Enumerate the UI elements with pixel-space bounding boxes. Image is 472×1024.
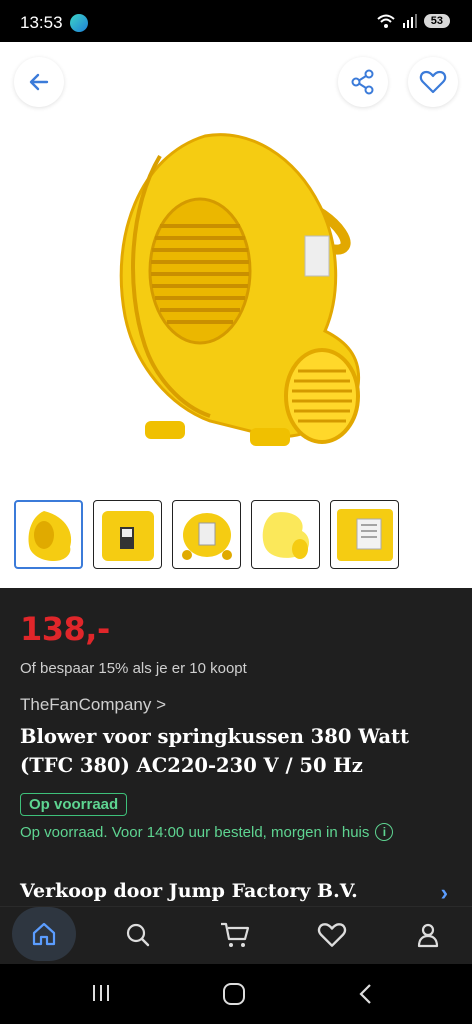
arrow-left-icon [29, 73, 49, 91]
favorite-button[interactable] [408, 57, 458, 107]
thumbnail-2[interactable] [93, 500, 162, 569]
back-icon[interactable] [356, 982, 376, 1006]
thumbnail-1[interactable] [14, 500, 83, 569]
status-time: 13:53 [20, 13, 63, 32]
home-icon [32, 922, 56, 946]
delivery-info: Op voorraad. Voor 14:00 uur besteld, mor… [20, 823, 394, 841]
product-info: 138,- Of bespaar 15% als je er 10 koopt … [0, 588, 472, 906]
chevron-right-icon[interactable]: › [441, 880, 448, 906]
nav-account[interactable] [398, 909, 458, 961]
delivery-text: Op voorraad. Voor 14:00 uur besteld, mor… [20, 823, 370, 841]
edge-browser-icon [70, 14, 88, 32]
nav-search[interactable] [108, 909, 168, 961]
product-price: 138,- [20, 610, 110, 648]
bulk-discount-text: Of bespaar 15% als je er 10 koopt [20, 660, 247, 677]
signal-icon [402, 14, 417, 28]
product-gallery [0, 42, 472, 588]
heart-icon [317, 923, 347, 947]
search-icon [126, 923, 150, 947]
recent-apps-icon[interactable] [90, 982, 112, 1004]
seller-link[interactable]: Verkoop door Jump Factory B.V. [20, 880, 358, 902]
battery-badge: 53 [423, 14, 450, 28]
product-image[interactable] [100, 116, 380, 456]
thumbnail-strip [14, 500, 399, 569]
share-button[interactable] [338, 57, 388, 107]
status-indicators: 53 [376, 13, 450, 29]
status-bar: 13:53 53 [0, 0, 472, 42]
share-icon [351, 69, 374, 95]
home-button-icon[interactable] [222, 982, 246, 1006]
bottom-navigation [0, 906, 472, 964]
user-icon [417, 923, 439, 948]
nav-favorites[interactable] [302, 909, 362, 961]
thumbnail-4[interactable] [251, 500, 320, 569]
product-title: Blower voor springkussen 380 Watt (TFC 3… [20, 725, 410, 777]
thumbnail-3[interactable] [172, 500, 241, 569]
wifi-icon [377, 14, 395, 28]
thumbnail-5[interactable] [330, 500, 399, 569]
system-navigation [0, 964, 472, 1024]
stock-badge: Op voorraad [20, 793, 128, 816]
heart-icon [419, 70, 447, 94]
info-icon[interactable]: i [375, 823, 394, 841]
nav-home[interactable] [12, 907, 76, 961]
cart-icon [221, 922, 250, 947]
nav-cart[interactable] [205, 909, 265, 961]
brand-link[interactable]: TheFanCompany > [20, 695, 166, 715]
back-button[interactable] [14, 57, 64, 107]
